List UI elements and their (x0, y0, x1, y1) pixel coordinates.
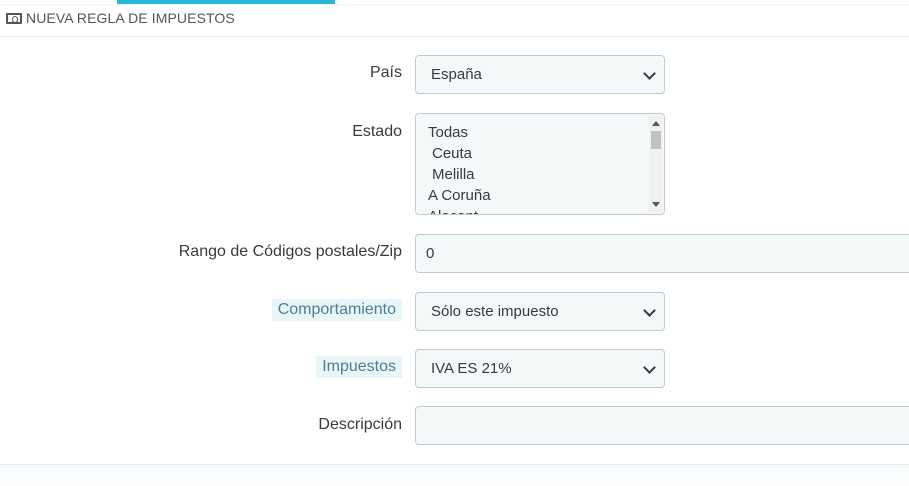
scroll-down-arrow-icon[interactable] (652, 202, 660, 207)
panel-heading: NUEVA REGLA DE IMPUESTOS (6, 7, 235, 29)
panel-title: NUEVA REGLA DE IMPUESTOS (26, 10, 235, 26)
state-option-a-coruna[interactable]: A Coruña (428, 185, 491, 206)
scroll-thumb[interactable] (651, 131, 661, 149)
state-row: Estado Todas Ceuta Melilla A Coruña Alac… (0, 113, 909, 215)
behavior-label[interactable]: Comportamiento (271, 299, 402, 321)
zip-row: Rango de Códigos postales/Zip 0 (0, 234, 909, 273)
behavior-select[interactable]: Sólo este impuesto (415, 292, 665, 331)
tax-row: Impuestos IVA ES 21% (0, 349, 909, 388)
country-label: País (369, 64, 402, 81)
behavior-select-value: Sólo este impuesto (431, 303, 559, 320)
chevron-down-icon (643, 304, 656, 317)
state-option-todas[interactable]: Todas (428, 122, 491, 143)
scroll-up-arrow-icon[interactable] (652, 121, 660, 126)
country-select-value: España (431, 66, 482, 83)
state-listbox[interactable]: Todas Ceuta Melilla A Coruña Alacant (415, 113, 665, 215)
panel-footer (0, 465, 909, 486)
zip-range-input[interactable]: 0 (415, 234, 909, 273)
state-listbox-scrollbar[interactable] (649, 115, 663, 213)
chevron-down-icon (643, 361, 656, 374)
tax-label[interactable]: Impuestos (316, 356, 402, 378)
state-options: Todas Ceuta Melilla A Coruña Alacant (428, 122, 491, 214)
top-divider (0, 4, 909, 5)
state-label: Estado (352, 123, 402, 140)
money-icon (6, 12, 22, 24)
zip-range-value: 0 (426, 245, 435, 262)
zip-label: Rango de Códigos postales/Zip (178, 243, 402, 260)
behavior-row: Comportamiento Sólo este impuesto (0, 292, 909, 331)
description-label: Descripción (318, 416, 402, 433)
state-option-ceuta[interactable]: Ceuta (428, 143, 491, 164)
country-select[interactable]: España (415, 55, 665, 94)
state-option-melilla[interactable]: Melilla (428, 164, 491, 185)
description-input[interactable] (415, 406, 909, 445)
tax-select[interactable]: IVA ES 21% (415, 349, 665, 388)
heading-divider (0, 36, 909, 37)
tax-select-value: IVA ES 21% (431, 360, 512, 377)
chevron-down-icon (643, 67, 656, 80)
description-row: Descripción (0, 406, 909, 445)
state-option-alacant[interactable]: Alacant (428, 206, 491, 214)
country-row: País España (0, 55, 909, 94)
